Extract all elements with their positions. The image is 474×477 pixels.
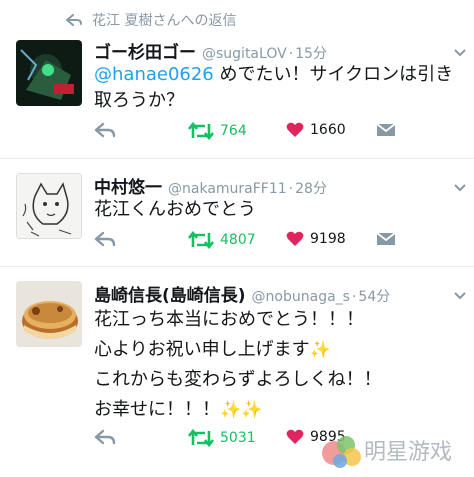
display-name[interactable]: 島崎信長(島崎信長) [94,281,246,306]
retweet-icon [188,429,214,447]
tweet-header: 中村悠一 @nakamuraFF11 · 28分 [94,173,444,198]
tweet-line-text: 取ろうか？ [94,90,184,111]
tweet-line: これからも変わらずよろしくね！！ [94,365,460,395]
tweet-line: 心よりお祝い申し上げます✨ [94,335,460,365]
reply-icon [94,231,116,247]
sparkles-emoji: ✨ [309,340,331,360]
timestamp[interactable]: 54分 [358,286,390,306]
tweet-line-text: これからも変わらずよろしくね！！ [94,369,382,390]
tweet-header: 島崎信長(島崎信長) @nobunaga_s · 54分 [94,281,444,306]
retweet-button[interactable]: 4807 [188,231,256,249]
retweet-button[interactable]: 764 [188,122,247,140]
like-button[interactable]: 9198 [286,231,346,247]
avatar[interactable] [16,281,82,347]
reply-icon [94,429,116,445]
tweet-line: お幸せに！！！✨✨ [94,395,460,425]
envelope-icon [376,232,396,245]
timestamp[interactable]: 15分 [295,43,327,63]
retweet-count: 4807 [220,232,256,248]
heart-icon [286,231,304,246]
dm-button[interactable] [376,122,398,138]
separator-dot: · [288,46,294,62]
tweet-text: 花江っち本当におめでとう！！！ 心よりお祝い申し上げます✨ これからも変わらずよ… [94,305,460,425]
like-count: 1660 [310,122,346,138]
heart-icon [286,122,304,137]
retweet-count: 764 [220,123,247,139]
tweet-actions: 4807 9198 [94,231,460,255]
user-handle[interactable]: @sugitaLOV [202,46,287,62]
tweet-header: ゴー杉田ゴー @sugitaLOV · 15分 [94,38,444,63]
reply-icon [94,122,116,138]
tweet-line: 取ろうか？ [94,88,460,114]
heart-icon [286,429,304,444]
tweet-line-text: めでたい！サイクロンは引き [213,64,454,85]
like-button[interactable]: 1660 [286,122,346,138]
like-count: 9198 [310,231,346,247]
retweet-button[interactable]: 5031 [188,429,256,447]
tweet-line-text: お幸せに！！！ [94,399,220,420]
tweet-line: @hanae0626 めでたい！サイクロンは引き [94,62,460,88]
envelope-icon [376,123,396,136]
display-name[interactable]: ゴー杉田ゴー [94,38,196,63]
chevron-down-icon[interactable] [452,287,468,303]
retweet-count: 5031 [220,430,256,446]
tweet-line-text: 心よりお祝い申し上げます [94,339,310,360]
separator-dot: · [351,289,357,305]
avatar[interactable] [16,173,82,239]
chevron-down-icon[interactable] [452,44,468,60]
dm-button[interactable] [376,231,398,247]
timestamp[interactable]: 28分 [295,178,327,198]
avatar[interactable] [16,40,82,106]
mention-link[interactable]: @hanae0626 [94,64,214,85]
sparkles-emoji: ✨✨ [220,400,263,420]
user-handle[interactable]: @nakamuraFF11 [168,181,287,197]
tweet[interactable]: ゴー杉田ゴー @sugitaLOV · 15分 @hanae0626 めでたい！… [0,0,474,158]
separator-dot: · [288,181,294,197]
watermark-logo: 明星游戏 [320,431,470,471]
user-handle[interactable]: @nobunaga_s [252,289,350,305]
chevron-down-icon[interactable] [452,179,468,195]
reply-button[interactable] [94,122,116,138]
svg-text:明星游戏: 明星游戏 [364,440,452,465]
tweet[interactable]: 中村悠一 @nakamuraFF11 · 28分 花江くんおめでとう 4807 [0,158,474,266]
tweet-line: 花江っち本当におめでとう！！！ [94,305,460,335]
display-name[interactable]: 中村悠一 [94,173,162,198]
tweet-actions: 764 1660 [94,122,460,146]
reply-button[interactable] [94,231,116,247]
tweet-line-text: 花江っち本当におめでとう！！！ [94,309,364,330]
retweet-icon [188,231,214,249]
reply-button[interactable] [94,429,116,445]
tweet-line: 花江くんおめでとう [94,199,256,220]
tweet-text: @hanae0626 めでたい！サイクロンは引き 取ろうか？ [94,62,460,114]
retweet-icon [188,122,214,140]
tweet-text: 花江くんおめでとう [94,197,460,223]
